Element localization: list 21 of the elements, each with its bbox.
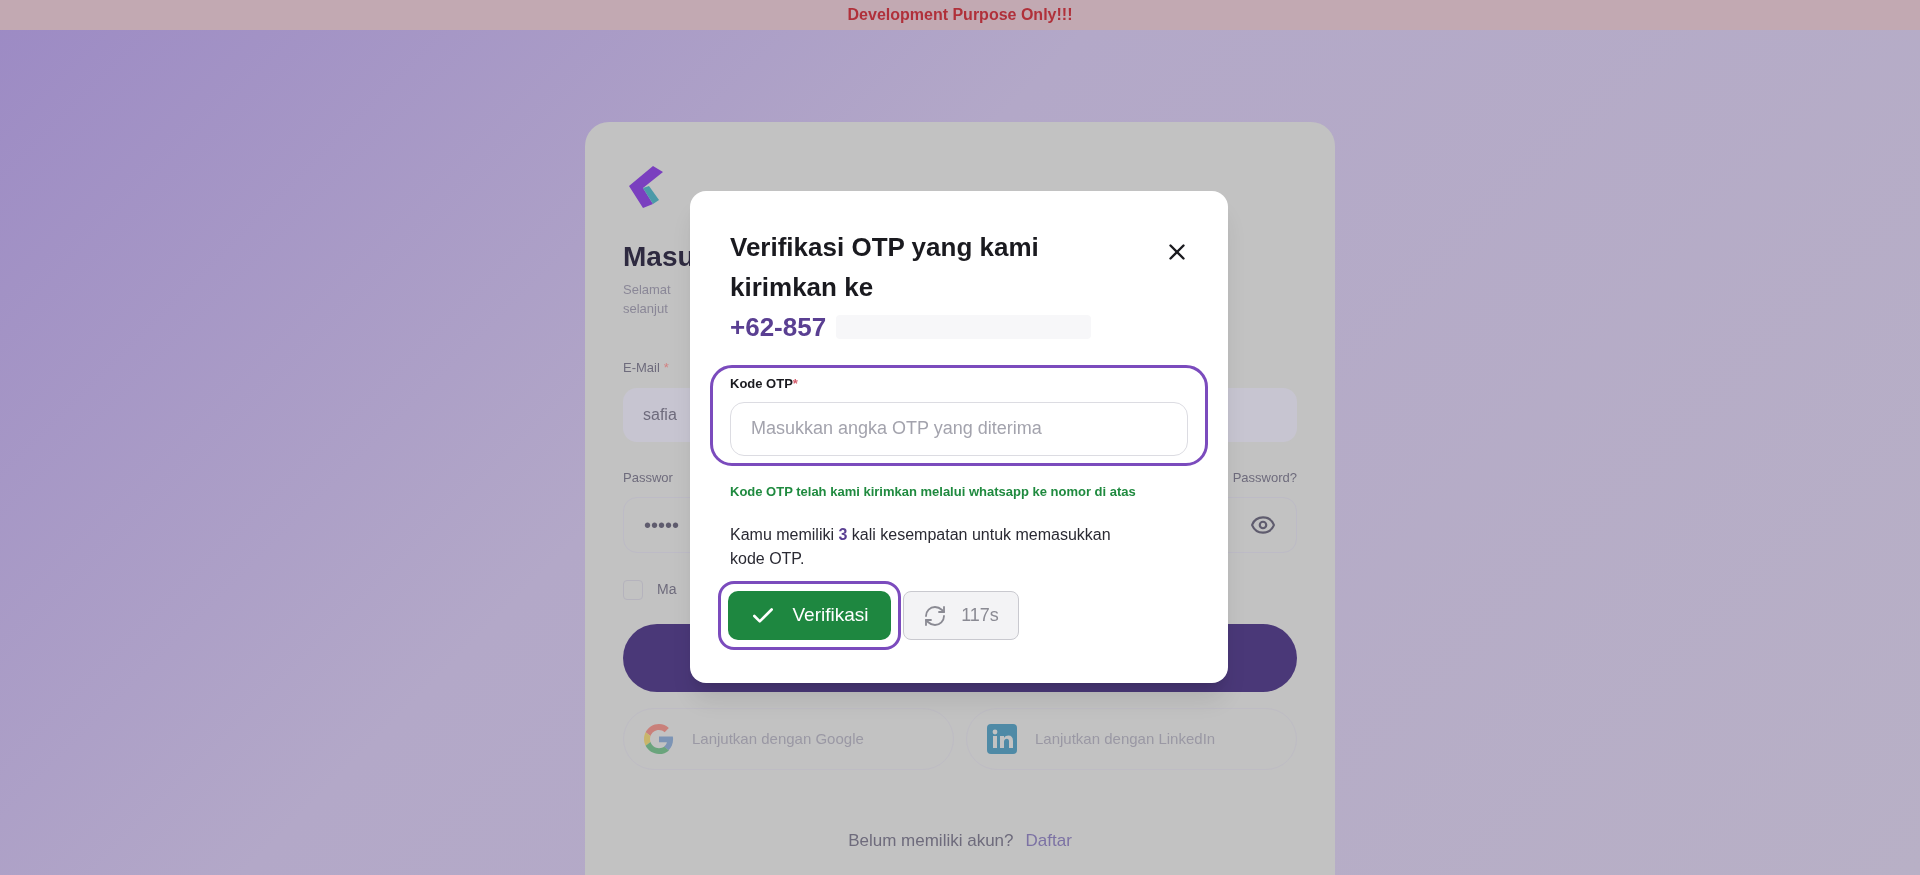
dialog-title: Verifikasi OTP yang kami kirimkan ke bbox=[730, 231, 1040, 304]
google-icon bbox=[644, 724, 674, 754]
required-mark: * bbox=[663, 359, 669, 377]
email-label: E-Mail bbox=[623, 359, 660, 377]
signup-prompt: Belum memiliki akun? bbox=[848, 830, 1014, 852]
refresh-icon bbox=[923, 603, 948, 628]
signup-link[interactable]: Daftar bbox=[1025, 828, 1072, 854]
subtitle-text: Selamat bbox=[623, 281, 671, 299]
verify-button[interactable]: Verifikasi bbox=[728, 591, 891, 640]
development-banner: Development Purpose Only!!! bbox=[0, 0, 1920, 30]
subtitle-text: selanjut bbox=[623, 300, 668, 318]
password-label: Passwor bbox=[623, 468, 673, 487]
otp-hint: Kode OTP telah kami kirimkan melalui whatsapp ke nomor di atas bbox=[730, 482, 1137, 501]
required-mark: * bbox=[792, 375, 798, 393]
attempts-info: Kamu memiliki 3 kali kesempatan untuk memasukkan kode OTP. bbox=[730, 525, 1112, 569]
otp-label: Kode OTP bbox=[730, 375, 793, 393]
phone-number: +62-857 bbox=[730, 311, 827, 344]
remember-label: Ma bbox=[657, 580, 677, 599]
forgot-password-link[interactable]: Password? bbox=[1232, 467, 1297, 487]
linkedin-icon bbox=[987, 724, 1017, 754]
otp-input[interactable]: Masukkan angka OTP yang diterima bbox=[730, 401, 1188, 456]
